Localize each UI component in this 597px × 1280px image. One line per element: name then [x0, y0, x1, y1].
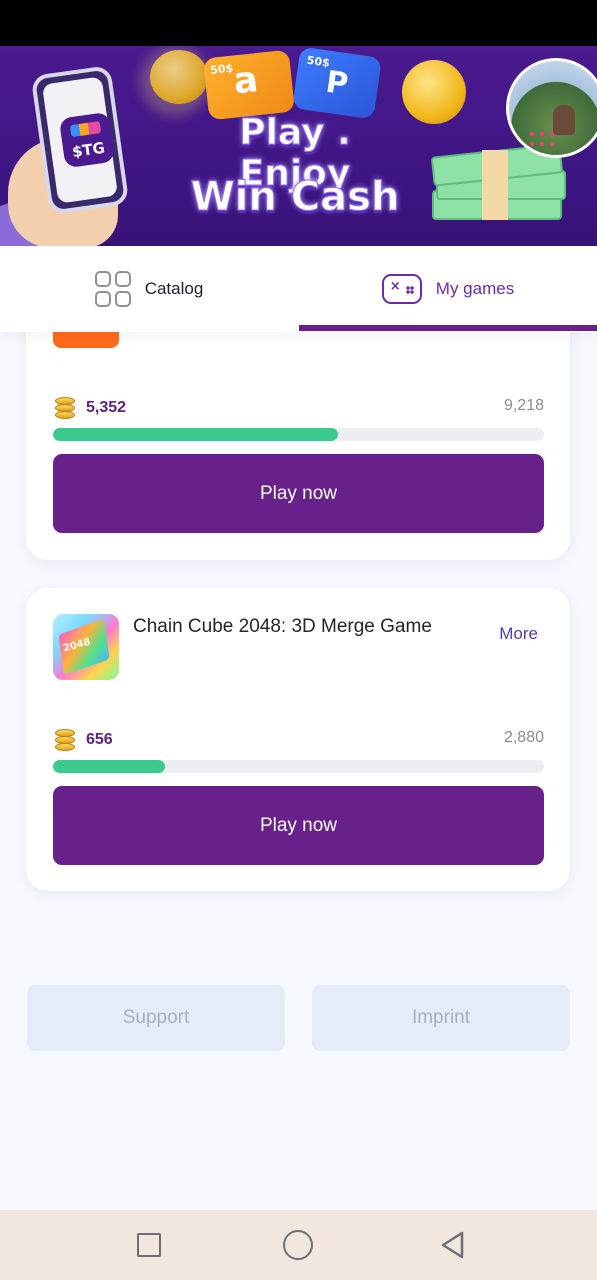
coins-target: 2,880 — [503, 729, 544, 746]
avatar-flowers — [527, 129, 557, 147]
imprint-button[interactable]: Imprint — [312, 985, 570, 1051]
progress-bar — [53, 428, 544, 441]
coin-icon — [150, 50, 208, 104]
app-logo: $TG — [58, 111, 116, 169]
game-card: 5,352 9,218 Play now — [26, 300, 570, 560]
tab-bar: Catalog × My games — [0, 246, 597, 332]
support-button[interactable]: Support — [27, 985, 285, 1051]
banner-tagline-line2: Win Cash — [190, 174, 400, 221]
game-thumbnail[interactable]: 2048 — [53, 614, 119, 680]
amazon-gift-card: 50$ a — [202, 49, 296, 121]
coin-stack-icon — [53, 727, 77, 753]
promo-banner[interactable]: $TG 50$ a 50$ P Play . Enjoy Win Cash — [0, 46, 597, 246]
play-now-button[interactable]: Play now — [53, 454, 544, 533]
coin-progress-row: 5,352 9,218 — [53, 395, 544, 423]
paypal-gift-card: 50$ P — [292, 46, 382, 120]
coin-stack-icon — [53, 395, 77, 421]
tab-my-games-label: My games — [435, 279, 515, 298]
more-link[interactable]: More — [499, 624, 538, 644]
status-bar — [0, 0, 597, 46]
amazon-logo: a — [231, 59, 260, 103]
recent-apps-icon[interactable] — [134, 1230, 164, 1260]
grid-icon — [94, 271, 131, 307]
phone-screen: $TG — [41, 76, 119, 204]
avatar[interactable] — [506, 58, 597, 158]
amazon-card-amount: 50$ — [209, 61, 234, 77]
app-logo-text: $TG — [70, 138, 107, 162]
progress-bar — [53, 760, 544, 773]
system-nav-bar — [0, 1210, 597, 1280]
play-now-button[interactable]: Play now — [53, 786, 544, 865]
paypal-logo: P — [323, 64, 351, 103]
logo-bars — [69, 121, 102, 138]
coins-earned: 656 — [86, 731, 113, 748]
coins-target: 9,218 — [503, 397, 544, 414]
back-icon[interactable] — [438, 1230, 468, 1260]
home-icon[interactable] — [283, 1230, 313, 1260]
progress-fill — [53, 760, 165, 773]
paypal-card-amount: 50$ — [305, 53, 331, 70]
coins-earned: 5,352 — [86, 399, 127, 416]
progress-fill — [53, 428, 338, 441]
money-band — [482, 150, 508, 220]
active-tab-indicator — [299, 325, 597, 331]
phone-hand-illustration: $TG — [0, 46, 170, 246]
coin-icon — [402, 60, 466, 124]
tab-catalog[interactable]: Catalog — [0, 246, 298, 332]
game-title: Chain Cube 2048: 3D Merge Game — [133, 616, 432, 637]
game-card: 2048 Chain Cube 2048: 3D Merge Game More… — [26, 588, 570, 891]
tab-catalog-label: Catalog — [144, 279, 204, 298]
tab-my-games[interactable]: × My games — [299, 246, 597, 332]
gamepad-icon: × — [381, 274, 422, 304]
coin-progress-row: 656 2,880 — [53, 727, 544, 755]
